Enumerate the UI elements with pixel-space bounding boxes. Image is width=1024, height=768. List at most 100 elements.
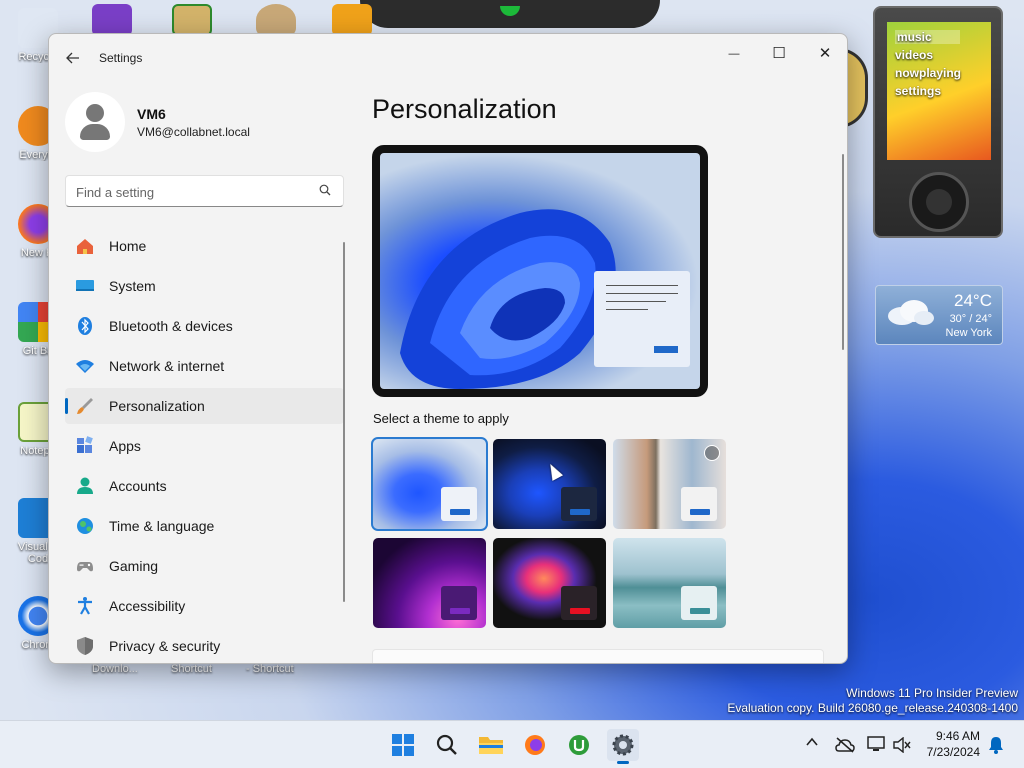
theme-section-label: Select a theme to apply [373, 411, 509, 426]
theme-captured-motion[interactable] [493, 538, 606, 628]
network-status-button[interactable] [867, 735, 887, 756]
cloud-offline-icon [835, 737, 855, 753]
zune-menu-settings[interactable]: settings [895, 82, 961, 100]
theme-preview-window [681, 487, 717, 521]
volume-muted-icon [893, 736, 911, 754]
settings-card[interactable] [372, 649, 824, 663]
money-bag-icon[interactable] [256, 4, 296, 36]
settings-button[interactable] [607, 729, 639, 764]
theme-accent-swatch [690, 509, 710, 515]
sidebar-item-label: Time & language [109, 518, 215, 534]
windows-watermark: Windows 11 Pro Insider Preview Evaluatio… [727, 686, 1018, 716]
show-hidden-icons-button[interactable] [806, 735, 818, 750]
paintbrush-icon [77, 398, 93, 414]
ethernet-icon [867, 736, 885, 751]
zune-gadget[interactable]: music videos nowplaying settings [873, 6, 1003, 238]
search-input[interactable] [76, 182, 306, 202]
preview-dialog-line [606, 285, 678, 286]
theme-accent-swatch [450, 509, 470, 515]
theme-glow[interactable] [373, 538, 486, 628]
sidebar-item-accessibility[interactable]: Accessibility [65, 588, 344, 624]
desktop-label-downloads: Downlo... [92, 663, 138, 675]
sidebar-item-gaming[interactable]: Gaming [65, 548, 344, 584]
preview-dialog-line [606, 301, 666, 302]
zune-menu-videos[interactable]: videos [895, 46, 961, 64]
theme-accent-swatch [570, 608, 590, 614]
shield-icon [77, 637, 93, 655]
onedrive-status-button[interactable] [835, 737, 855, 756]
clock-time: 9:46 AM [935, 729, 980, 743]
taskbar-clock[interactable]: 9:46 AM 7/23/2024 [927, 728, 980, 760]
sidebar-item-label: Bluetooth & devices [109, 318, 233, 334]
preview-dialog-button [654, 346, 678, 353]
sidebar-item-network[interactable]: Network & internet [65, 348, 344, 384]
bell-icon [989, 737, 1003, 754]
sidebar-item-label: Personalization [109, 398, 205, 414]
theme-windows-dark[interactable] [493, 439, 606, 529]
zune-menu-music[interactable]: music [895, 30, 960, 44]
weather-temperature: 24°C [954, 291, 992, 310]
theme-preview-window [441, 586, 477, 620]
sidebar-item-label: Gaming [109, 558, 159, 574]
spotlight-badge-icon [704, 445, 720, 461]
sidebar-item-time-language[interactable]: Time & language [65, 508, 344, 544]
taskbar-search-button[interactable] [431, 729, 463, 761]
sidebar-item-accounts[interactable]: Accounts [65, 468, 344, 504]
avatar[interactable] [65, 92, 125, 152]
sidebar-item-system[interactable]: System [65, 268, 344, 304]
utorrent-button[interactable] [563, 729, 595, 761]
utorrent-icon [569, 735, 589, 755]
theme-windows-light[interactable] [371, 437, 488, 531]
theme-spotlight[interactable] [613, 439, 726, 529]
widget-top-indicator [500, 6, 520, 16]
preview-dialog [594, 271, 690, 367]
sidebar-nav: Home System Bluetooth & devices Network … [65, 228, 344, 663]
preview-dialog-line [606, 309, 648, 310]
cloud-icon [888, 300, 934, 325]
title-bar[interactable]: Settings — ☐ ✕ [49, 34, 847, 82]
sidebar-item-label: Apps [109, 438, 141, 454]
firefox-button[interactable] [519, 729, 551, 761]
wallpaper-preview [380, 153, 700, 389]
zune-menu-nowplaying[interactable]: nowplaying [895, 64, 961, 82]
game-icon[interactable] [172, 4, 212, 36]
taskbar: 9:46 AM 7/23/2024 [0, 720, 1024, 768]
window-title: Settings [99, 51, 143, 65]
minimize-button[interactable]: — [711, 38, 757, 70]
search-box[interactable] [65, 175, 344, 207]
weather-city: New York [945, 327, 992, 339]
theme-preview-window [561, 487, 597, 521]
content-scrollbar[interactable] [842, 154, 844, 350]
weather-gadget[interactable]: 24°C 30° / 24° New York [875, 285, 1003, 345]
zune-click-wheel[interactable] [909, 172, 969, 232]
sidebar-item-personalization[interactable]: Personalization [65, 388, 344, 424]
file-explorer-icon [479, 737, 503, 754]
file-explorer-button[interactable] [475, 729, 507, 761]
preview-dialog-line [606, 293, 678, 294]
volume-button[interactable] [893, 736, 911, 756]
sidebar-item-bluetooth[interactable]: Bluetooth & devices [65, 308, 344, 344]
visual-studio-icon[interactable] [92, 4, 132, 36]
watermark-line2: Evaluation copy. Build 26080.ge_release.… [727, 701, 1018, 715]
start-icon [392, 734, 414, 756]
chevron-up-icon [806, 737, 818, 746]
weather-range: 30° / 24° [949, 313, 992, 325]
settings-icon [612, 734, 634, 756]
system-icon [76, 280, 94, 291]
gold-bar-icon[interactable] [332, 4, 372, 36]
accessibility-icon [78, 597, 92, 615]
sidebar-item-home[interactable]: Home [65, 228, 344, 264]
notification-button[interactable] [988, 736, 1004, 757]
avatar-head [86, 104, 104, 122]
start-button[interactable] [387, 729, 419, 761]
back-button[interactable] [59, 46, 87, 70]
sidebar-item-privacy[interactable]: Privacy & security [65, 628, 344, 663]
theme-preview [372, 145, 708, 397]
page-title: Personalization [372, 94, 557, 124]
gamepad-icon [77, 562, 93, 572]
close-button[interactable]: ✕ [802, 38, 847, 70]
sidebar-item-apps[interactable]: Apps [65, 428, 344, 464]
maximize-button[interactable]: ☐ [756, 38, 802, 70]
theme-flow[interactable] [613, 538, 726, 628]
sidebar-scrollbar[interactable] [343, 242, 345, 602]
